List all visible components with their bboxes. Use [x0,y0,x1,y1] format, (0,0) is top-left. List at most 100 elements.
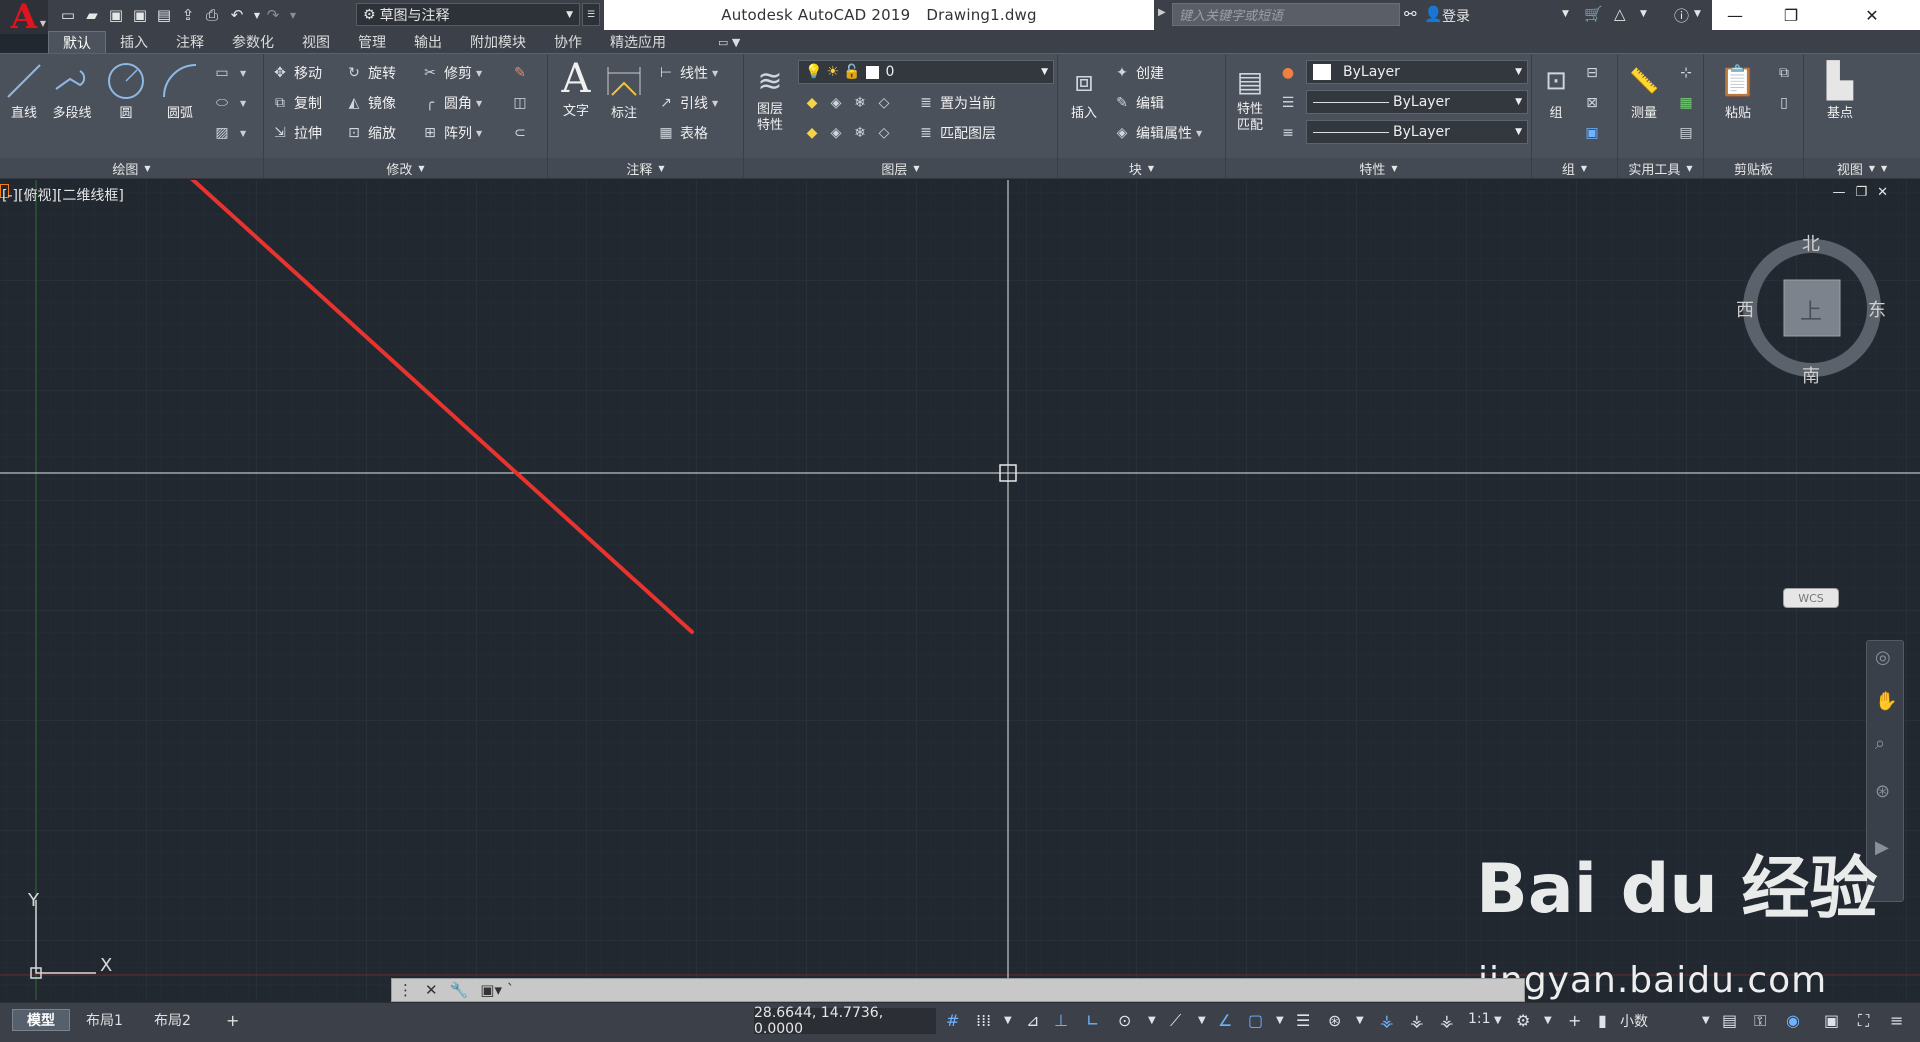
ortho-mode-icon[interactable]: ∟ [1086,1011,1099,1030]
measure-button[interactable]: 📏 测量 [1624,60,1664,121]
panel-block-title[interactable]: 块 ▼ [1058,158,1225,178]
orbit-icon[interactable]: ⊛ [1875,781,1890,802]
dynamic-input-icon[interactable]: ⊥ [1054,1011,1068,1030]
a360-dropdown-icon[interactable]: ▼ [1640,9,1647,19]
print-icon[interactable]: ⎙ [201,4,223,26]
search-input[interactable]: 键入关键字或短语 [1172,3,1400,26]
create-block-button[interactable]: ✦ 创建 [1112,62,1164,84]
leader-button[interactable]: ↗ 引线 ▼ [656,92,718,114]
login-button[interactable]: 登录 [1442,6,1470,26]
tab-addins[interactable]: 附加模块 [456,31,540,53]
layout-tab-1[interactable]: 布局1 [72,1009,137,1031]
array-button[interactable]: ⊞ 阵列 ▼ [420,122,482,144]
lineweight-dropdown[interactable]: ByLayer ▼ [1306,120,1528,144]
transparency-icon[interactable]: ⊛ [1328,1011,1341,1030]
command-prompt-icon[interactable]: ▣▾ ` [480,981,514,999]
search-expand-icon[interactable]: ▶ [1158,7,1166,18]
new-icon[interactable]: ▭ [57,4,79,26]
linear-dimension-button[interactable]: ⊢ 线性 ▼ [656,62,718,84]
tab-view[interactable]: 视图 [288,31,344,53]
object-snap-dropdown-icon[interactable]: ▼ [1276,1015,1284,1026]
circle-button[interactable]: 圆 [106,60,146,121]
stretch-button[interactable]: ⇲ 拉伸 [270,122,322,144]
plus-icon[interactable]: + [1568,1011,1581,1030]
wcs-menu[interactable]: WCS [1783,588,1839,608]
command-grip-icon[interactable]: ⋮ [398,981,413,999]
tab-insert[interactable]: 插入 [106,31,162,53]
quick-access-customize-button[interactable]: ☰ [582,3,600,26]
base-view-button[interactable]: ▙ 基点 [1820,60,1860,121]
command-line[interactable]: ⋮ ✕ 🔧 ▣▾ ` [391,978,1525,1002]
isolate-objects-icon[interactable]: ◉ [1786,1011,1800,1030]
ribbon-minimize-toggle[interactable]: ▭ ▼ [704,31,754,53]
coordinates-readout[interactable]: 28.6644, 14.7736, 0.0000 [754,1005,936,1037]
edit-block-button[interactable]: ✎ 编辑 [1112,92,1164,114]
annotation-scale-icon[interactable]: ⚶ [1440,1011,1454,1030]
group-edit-button[interactable]: ⊠ [1582,92,1606,114]
ellipse-button[interactable]: ⬭ ▼ [212,92,246,114]
ungroup-button[interactable]: ⊟ [1582,62,1606,84]
match-properties-button[interactable]: ▤ 特性匹配 [1230,60,1270,134]
redo-icon[interactable]: ↷ [262,4,284,26]
layer-dropdown[interactable]: 💡 ☀ 🔓 0 ▼ [798,60,1054,84]
close-icon[interactable]: ✕ [425,981,438,999]
customization-icon[interactable]: ≡ [1890,1011,1903,1030]
line-button[interactable]: 直线 [4,60,44,121]
layer-freeze-icon[interactable]: ❄ [850,93,870,113]
application-menu-button[interactable]: A ▼ [0,0,48,37]
scale-button[interactable]: ⊡ 缩放 [344,122,396,144]
binoculars-icon[interactable]: ⚯ [1404,5,1417,23]
hatch-button[interactable]: ▨ ▼ [212,122,246,144]
isodraft-icon[interactable]: ⟋ [1170,1011,1181,1031]
open-icon[interactable]: ▰ [81,4,103,26]
graphics-performance-icon[interactable]: ▣ [1824,1011,1839,1030]
insert-block-button[interactable]: ⧈ 插入 [1064,60,1104,122]
viewcube-west[interactable]: 西 [1736,296,1754,322]
viewport-label[interactable]: [-][俯视][二维线框] [2,185,124,205]
panel-clipboard-title[interactable]: 剪贴板 [1704,158,1803,178]
snap-toggle-icon[interactable]: ⁞⁞⁞ [976,1011,991,1030]
add-layout-icon[interactable]: + [212,1009,253,1031]
wrench-icon[interactable]: 🔧 [450,981,469,999]
layer-thaw-icon[interactable]: ❄ [850,123,870,143]
explode-button[interactable]: ◫ [510,92,534,114]
trim-button[interactable]: ✂ 修剪 ▼ [420,62,482,84]
annotation-scale-dropdown-icon[interactable]: ▼ [1494,1015,1502,1026]
layer-off-icon[interactable]: ◆ [802,93,822,113]
panel-properties-title[interactable]: 特性 ▼ [1226,158,1531,178]
viewcube-top-label[interactable]: 上 [1800,294,1822,326]
viewport-window-controls[interactable]: —❐✕ [1832,185,1898,200]
make-current-button[interactable]: ≣ 置为当前 [916,92,996,114]
tab-output[interactable]: 输出 [400,31,456,53]
layer-unisolate-icon[interactable]: ◈ [826,123,846,143]
tab-parametric[interactable]: 参数化 [218,31,288,53]
color-dropdown[interactable]: ByLayer ▼ [1306,60,1528,84]
panel-utilities-title[interactable]: 实用工具 ▼ [1618,158,1703,178]
mirror-button[interactable]: ◭ 镜像 [344,92,396,114]
panel-layers-title[interactable]: 图层 ▼ [744,158,1057,178]
layer-isolate-icon[interactable]: ◈ [826,93,846,113]
steering-wheel-icon[interactable]: ◎ [1875,647,1891,668]
object-snap-tracking-icon[interactable]: ∠ [1218,1011,1232,1030]
workspace-dropdown-icon[interactable]: ▼ [1544,1015,1552,1026]
login-dropdown-icon[interactable]: ▼ [1562,9,1569,19]
layer-properties-button[interactable]: ≋ 图层特性 [750,60,790,134]
close-button[interactable]: ✕ [1824,0,1920,30]
annotation-visibility-icon[interactable]: ⚶ [1380,1011,1394,1030]
workspace-switcher[interactable]: ⚙ 草图与注释 ▼ [356,3,580,26]
tab-featured-apps[interactable]: 精选应用 [596,31,680,53]
quick-properties-icon[interactable]: ▤ [1722,1011,1737,1030]
zoom-icon[interactable]: ⌕ [1875,733,1885,754]
text-button[interactable]: A 文字 [556,56,596,119]
help-dropdown-icon[interactable]: ▼ [1694,9,1701,19]
units-display[interactable]: 小数 [1620,1011,1648,1031]
erase-button[interactable]: ✎ [510,62,534,84]
undo-icon[interactable]: ↶ [226,4,248,26]
tab-annotate[interactable]: 注释 [162,31,218,53]
calculator-button[interactable]: ▤ [1676,122,1700,144]
redo-dropdown-icon[interactable]: ▼ [282,4,304,26]
gear-icon[interactable]: ⚙ [1516,1011,1530,1030]
group-button[interactable]: ⊡ 组 [1536,60,1576,121]
layout-tab-2[interactable]: 布局2 [140,1009,205,1031]
quick-select-button[interactable]: ⊹ [1676,62,1700,84]
